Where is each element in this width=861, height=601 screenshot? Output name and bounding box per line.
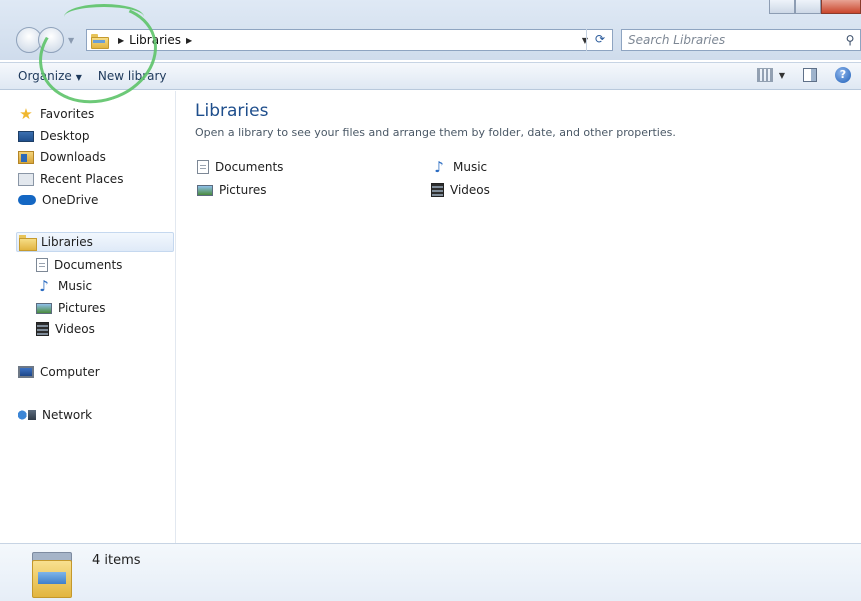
recent-pages-arrow-icon[interactable]: ▼ — [68, 36, 74, 45]
library-pictures-label: Pictures — [219, 183, 267, 197]
library-documents[interactable]: Documents — [197, 160, 283, 174]
search-input[interactable]: Search Libraries ⚲ — [621, 29, 861, 51]
library-pictures[interactable]: Pictures — [197, 183, 267, 197]
breadcrumb-libraries[interactable]: Libraries — [129, 33, 181, 47]
documents-icon — [197, 160, 209, 174]
star-icon: ★ — [19, 105, 33, 123]
command-bar-right: ▼ ? — [756, 67, 851, 83]
views-dropdown-icon[interactable]: ▼ — [779, 71, 785, 80]
pictures-icon — [36, 302, 52, 314]
nav-buttons: ▼ — [16, 27, 74, 53]
nav-videos[interactable]: Videos — [36, 319, 95, 339]
nav-favorites-label: Favorites — [40, 107, 95, 121]
library-music-label: Music — [453, 160, 488, 174]
nav-network-label: Network — [42, 408, 93, 422]
preview-pane-icon[interactable] — [803, 68, 817, 82]
page-title: Libraries — [195, 101, 269, 121]
computer-icon — [18, 366, 34, 378]
nav-pictures[interactable]: Pictures — [36, 298, 106, 318]
minimize-button[interactable] — [769, 0, 795, 14]
details-pane: 4 items — [0, 543, 861, 601]
nav-computer[interactable]: Computer — [18, 362, 100, 382]
onedrive-cloud-icon — [18, 195, 36, 205]
forward-button[interactable] — [38, 27, 64, 53]
nav-onedrive[interactable]: OneDrive — [18, 190, 98, 210]
nav-onedrive-label: OneDrive — [42, 193, 99, 207]
address-bar[interactable]: ▶ Libraries ▶ ▼ — [86, 29, 613, 51]
nav-music[interactable]: ♪ Music — [36, 276, 92, 296]
maximize-button[interactable] — [795, 0, 821, 14]
nav-videos-label: Videos — [55, 322, 95, 336]
navigation-pane: ★ Favorites Desktop Downloads Recent Pla… — [0, 91, 176, 543]
music-note-icon: ♪ — [39, 277, 49, 295]
documents-icon — [36, 258, 48, 272]
nav-favorites[interactable]: ★ Favorites — [18, 104, 94, 124]
explorer-window: ▼ ▶ Libraries ▶ ▼ ⟳ Search Libraries ⚲ O… — [0, 0, 861, 601]
breadcrumb-arrow-icon[interactable]: ▶ — [186, 36, 192, 45]
organize-button[interactable]: Organize ▼ — [0, 69, 90, 83]
nav-downloads[interactable]: Downloads — [18, 147, 106, 167]
desktop-icon — [18, 130, 34, 142]
nav-music-label: Music — [58, 279, 93, 293]
page-description: Open a library to see your files and arr… — [195, 126, 676, 139]
pictures-icon — [197, 184, 213, 196]
film-strip-icon — [431, 183, 444, 197]
new-library-button[interactable]: New library — [90, 69, 175, 83]
breadcrumb-arrow-icon[interactable]: ▶ — [118, 36, 124, 45]
nav-recent-places-label: Recent Places — [40, 172, 124, 186]
change-view-icon[interactable] — [756, 68, 773, 82]
large-libraries-folder-icon — [32, 552, 72, 598]
library-music[interactable]: ♪ Music — [431, 158, 488, 176]
item-count: 4 items — [92, 553, 141, 568]
nav-documents[interactable]: Documents — [36, 255, 122, 275]
nav-libraries-label: Libraries — [41, 235, 93, 249]
nav-desktop-label: Desktop — [40, 129, 90, 143]
nav-libraries[interactable]: Libraries — [16, 232, 174, 252]
chevron-down-icon: ▼ — [75, 73, 82, 82]
library-videos-label: Videos — [450, 183, 490, 197]
network-icon — [18, 408, 36, 422]
nav-pictures-label: Pictures — [58, 301, 106, 315]
library-documents-label: Documents — [215, 160, 284, 174]
nav-network[interactable]: Network — [18, 405, 92, 425]
search-icon[interactable]: ⚲ — [840, 33, 860, 47]
refresh-icon[interactable]: ⟳ — [586, 29, 613, 51]
downloads-icon — [18, 150, 34, 164]
nav-documents-label: Documents — [54, 258, 123, 272]
libraries-icon — [19, 235, 37, 251]
library-videos[interactable]: Videos — [431, 183, 490, 197]
caption-buttons — [769, 0, 861, 14]
nav-recent-places[interactable]: Recent Places — [18, 169, 123, 189]
command-bar: Organize ▼ New library ▼ ? — [0, 62, 861, 90]
content-pane: Libraries Open a library to see your fil… — [177, 91, 861, 543]
film-strip-icon — [36, 322, 49, 336]
libraries-folder-icon — [91, 33, 109, 49]
organize-label: Organize — [18, 69, 72, 83]
recent-places-icon — [18, 172, 34, 186]
nav-desktop[interactable]: Desktop — [18, 126, 90, 146]
nav-downloads-label: Downloads — [40, 150, 106, 164]
annotation-arc — [64, 4, 144, 30]
search-placeholder: Search Libraries — [628, 33, 726, 47]
help-icon[interactable]: ? — [835, 67, 851, 83]
close-button[interactable] — [821, 0, 861, 14]
nav-computer-label: Computer — [40, 365, 100, 379]
music-note-icon: ♪ — [434, 158, 444, 176]
